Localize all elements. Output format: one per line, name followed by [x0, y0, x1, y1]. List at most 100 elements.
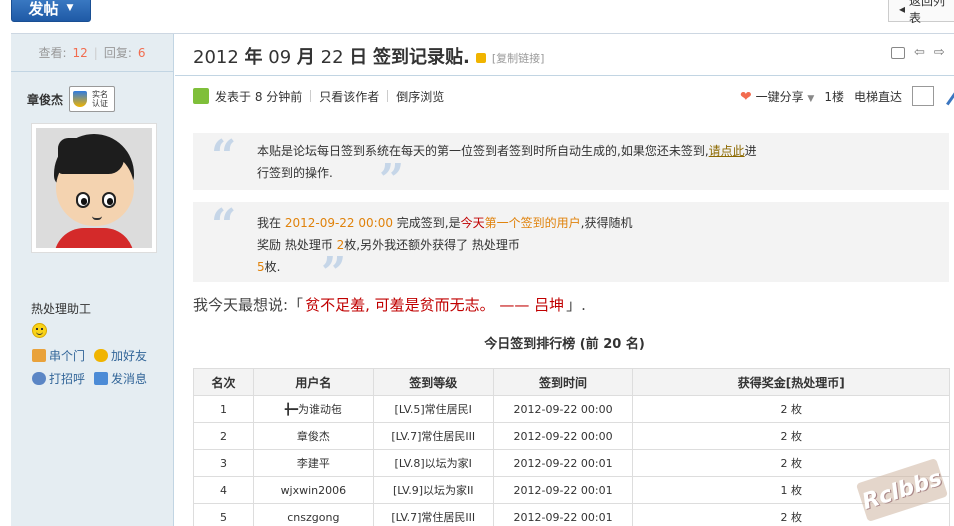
title-year: 2012 — [193, 47, 239, 68]
author-name[interactable]: 章俊杰 — [27, 91, 63, 108]
next-thread-icon[interactable]: ⇨ — [934, 46, 945, 59]
add-friend-link[interactable]: 加好友 — [94, 347, 164, 364]
title-divider — [175, 75, 954, 76]
replies-count: 6 — [137, 45, 146, 60]
smiley-icon — [32, 323, 47, 338]
chevron-down-icon: ▼ — [807, 93, 815, 104]
table-cell: 2012-09-22 00:00 — [492, 422, 634, 450]
share-label: 一键分享 — [755, 89, 804, 104]
shield-icon — [73, 91, 88, 107]
only-author-link[interactable]: 只看该作者 — [319, 88, 379, 105]
heart-icon: ❤ — [740, 88, 752, 105]
quote-close-icon: ” — [379, 155, 405, 206]
share-button[interactable]: ❤ 一键分享 ▼ — [740, 88, 814, 105]
ranking-table: 名次 用户名 签到等级 签到时间 获得奖金[热处理币] 1 ╋━为谁动㐌 [LV… — [193, 368, 950, 526]
motto-suffix: 」. — [566, 296, 586, 314]
notice-text: 本贴是论坛每日签到系统在每天的第一位签到者签到时所自动生成的,如果您还未签到, — [257, 144, 709, 158]
table-cell: [LV.9]以坛为家II — [372, 476, 494, 504]
avatar[interactable] — [31, 123, 157, 253]
post-meta: 发表于 8 分钟前 只看该作者 倒序浏览 ❤ 一键分享 ▼ 1楼 电梯直达 — [193, 86, 954, 106]
title-text: 签到记录贴. — [373, 47, 470, 68]
elevator-label: 电梯直达 — [853, 89, 902, 104]
table-cell: [LV.7]常住居民III — [372, 422, 494, 450]
table-row: 4 wjxwin2006 [LV.9]以坛为家II 2012-09-22 00:… — [193, 476, 950, 504]
visit-space-link[interactable]: 串个门 — [32, 347, 94, 364]
table-cell: 2 枚 — [632, 422, 950, 450]
home-icon — [32, 349, 46, 362]
table-cell: 5 — [193, 503, 254, 526]
sign-in-link[interactable]: 请点此 — [709, 144, 745, 158]
avatar-eye-right — [102, 192, 116, 208]
triangle-left-icon: ◂ — [899, 2, 906, 16]
send-message-label: 发消息 — [111, 372, 148, 386]
user-title: 热处理助工 — [31, 302, 92, 316]
send-message-link[interactable]: 发消息 — [94, 370, 164, 387]
meta-right-tools: ❤ 一键分享 ▼ 1楼 电梯直达 — [740, 86, 954, 106]
signin-today: 今天 — [460, 216, 485, 230]
table-cell: [LV.7]常住居民III — [372, 503, 494, 526]
quote-notice-text: 本贴是论坛每日签到系统在每天的第一位签到者签到时所自动生成的,如果您还未签到,请… — [257, 140, 757, 184]
views-label: 查看: — [38, 46, 67, 60]
quote-close-icon: ” — [321, 248, 347, 299]
views-count: 12 — [72, 45, 88, 60]
greet-link[interactable]: 打招呼 — [32, 370, 94, 387]
print-icon[interactable] — [891, 47, 905, 59]
table-cell: 3 — [193, 449, 254, 477]
quote-open-icon: “ — [211, 131, 237, 182]
table-cell: 2012-09-22 00:01 — [492, 503, 634, 526]
signin-first: 第一个签到的用户 — [484, 216, 581, 230]
avatar-body — [54, 228, 134, 248]
prev-thread-icon[interactable]: ⇦ — [914, 46, 925, 59]
verified-badge[interactable]: 实名认证 — [69, 86, 116, 112]
signin-text: 我在 — [257, 216, 285, 230]
stats-separator: | — [93, 45, 98, 60]
table-cell: 2012-09-22 00:01 — [492, 449, 634, 477]
signin-text: 完成签到,是 — [392, 216, 461, 230]
online-status-icon — [193, 88, 209, 104]
meta-separator — [387, 90, 389, 102]
back-to-list-button[interactable]: ◂ 返回列表 — [888, 0, 954, 25]
floor-jump-input[interactable] — [912, 86, 934, 106]
table-cell-username[interactable]: ╋━为谁动㐌 — [252, 395, 374, 423]
table-row: 5 cnszgong [LV.7]常住居民III 2012-09-22 00:0… — [193, 503, 950, 526]
avatar-fringe — [58, 138, 124, 174]
table-cell: [LV.8]以坛为家I — [372, 449, 494, 477]
post-button[interactable]: 发帖 ▼ — [11, 0, 91, 22]
table-cell: 2 — [193, 422, 254, 450]
signin-time: 2012-09-22 00:00 — [284, 216, 393, 230]
signin-text: 枚. — [264, 260, 281, 274]
daily-motto: 我今天最想说:「 贫不足羞, 可羞是贫而无志。 —— 吕坤 」. — [193, 294, 586, 315]
reverse-order-link[interactable]: 倒序浏览 — [396, 88, 444, 105]
quote-block-signin: “ 我在 2012-09-22 00:00 完成签到,是今天第一个签到的用户,获… — [193, 200, 949, 296]
table-cell: 4 — [193, 476, 254, 504]
floor-number: 1楼 — [824, 89, 844, 104]
table-cell: 1 — [193, 395, 254, 423]
table-cell-username[interactable]: wjxwin2006 — [252, 476, 374, 504]
greet-icon — [32, 372, 46, 385]
avatar-image — [36, 128, 152, 248]
table-cell-username[interactable]: 章俊杰 — [252, 422, 374, 450]
quote-open-icon: “ — [211, 200, 237, 251]
signin-text: 枚,另外我还额外获得了 热处理币 — [344, 238, 520, 252]
column-header: 名次 — [193, 368, 254, 396]
table-cell-username[interactable]: cnszgong — [252, 503, 374, 526]
posted-time: 发表于 8 分钟前 — [215, 89, 303, 104]
back-label: 返回列表 — [909, 0, 946, 25]
table-cell: 2012-09-22 00:01 — [492, 476, 634, 504]
column-header: 用户名 — [252, 368, 374, 396]
signin-extra-coins: 5 — [257, 260, 265, 274]
ranking-title: 今日签到排行榜 (前 20 名) — [484, 337, 645, 352]
copy-link[interactable]: [复制链接] — [492, 50, 545, 66]
title-year-unit: 年 — [244, 47, 263, 68]
avatar-eye-left — [76, 192, 90, 208]
badge-label: 实名认证 — [92, 90, 109, 108]
table-header-row: 名次 用户名 签到等级 签到时间 获得奖金[热处理币] — [193, 368, 950, 396]
signin-text: ,获得随机 — [580, 216, 633, 230]
add-friend-label: 加好友 — [111, 349, 148, 363]
table-cell-username[interactable]: 李建平 — [252, 449, 374, 477]
thread-stats: 查看: 12 | 回复: 6 — [11, 34, 173, 72]
title-day-unit: 日 — [349, 47, 368, 68]
lock-icon — [475, 53, 486, 63]
wrench-icon[interactable] — [940, 86, 954, 106]
mail-icon — [94, 372, 108, 385]
